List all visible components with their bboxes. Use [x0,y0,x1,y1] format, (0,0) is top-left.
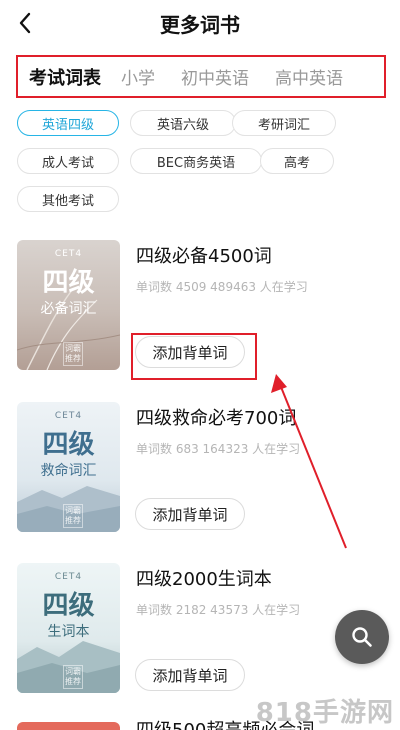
search-icon [352,627,372,647]
watermark: 818手游网 [255,698,394,728]
search-button[interactable] [335,610,389,664]
